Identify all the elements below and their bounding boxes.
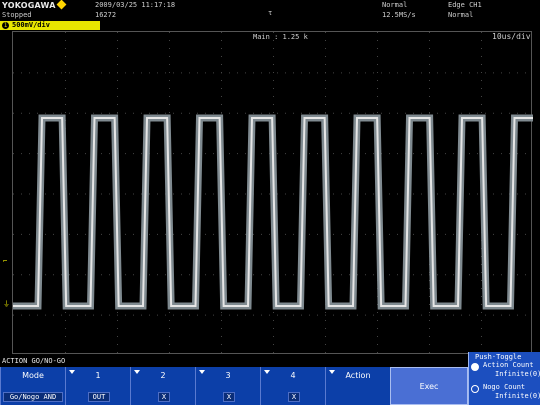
softkey-channel-2[interactable]: 2 X [130,367,195,405]
softkey-channel-2-label: 2 [160,371,166,380]
trigger-mode: Normal [448,11,474,19]
softkey-action-label: Action [345,371,371,380]
softkey-channel-1-label: 1 [95,371,101,380]
brand-diamond-icon [56,0,67,10]
softkey-mode-label: Mode [22,371,44,380]
waveform-display[interactable] [12,31,533,354]
acquisition-status: Stopped [2,11,32,19]
brand-logo: YOKOGAWA [2,1,56,10]
waveform-canvas [13,32,533,353]
channel-1-scale: 500mV/div [12,21,50,29]
timestamp: 2009/03/25 11:17:18 [95,1,176,9]
softkey-channel-2-value: X [158,392,170,402]
exec-button-label: Exec [419,382,439,391]
softkey-channel-3-label: 3 [225,371,231,380]
sample-rate: 12.5MS/s [382,11,416,19]
channel-number-badge: 1 [2,22,9,29]
softkey-channel-3-value: X [223,392,235,402]
zoom-ratio: Main : 1.25 k [253,33,308,41]
trigger-level-marker-icon: ⌐ [3,257,8,265]
timebase: 10us/div [492,32,531,41]
trigger-type: Edge CH1 [448,1,482,9]
nogo-count-radio-icon[interactable] [471,385,479,393]
count-panel[interactable]: Push·Toggle Action Count Infinite(0) Nog… [468,352,540,405]
softkey-channel-3[interactable]: 3 X [195,367,260,405]
status-bar: YOKOGAWA Stopped 2009/03/25 11:17:18 162… [0,0,540,21]
action-count-value: Infinite(0) [495,370,540,378]
nogo-count-value: Infinite(0) [495,392,540,400]
menu-title: ACTION GO/NO-GO [2,357,66,365]
softkey-action[interactable]: Action [325,367,390,405]
softkey-channel-1[interactable]: 1 OUT [65,367,130,405]
acquisition-count: 16272 [95,11,117,19]
trigger-position-icon: τ [268,9,273,17]
ground-marker-icon: ⏚ [3,300,10,308]
softkey-mode-value: Go/Nogo AND [3,392,63,402]
softkey-channel-4-label: 4 [290,371,296,380]
nogo-count-label: Nogo Count [483,383,526,391]
action-count-radio-icon[interactable] [471,363,479,371]
acquisition-mode: Normal [382,1,408,9]
push-toggle-hint: Push·Toggle [475,353,522,361]
action-count-label: Action Count [483,361,534,369]
softkey-channel-1-value: OUT [88,392,110,402]
softkey-mode[interactable]: Mode Go/Nogo AND [0,367,65,405]
exec-button[interactable]: Exec [390,367,468,405]
softkey-channel-4[interactable]: 4 X [260,367,325,405]
softkey-channel-4-value: X [288,392,300,402]
